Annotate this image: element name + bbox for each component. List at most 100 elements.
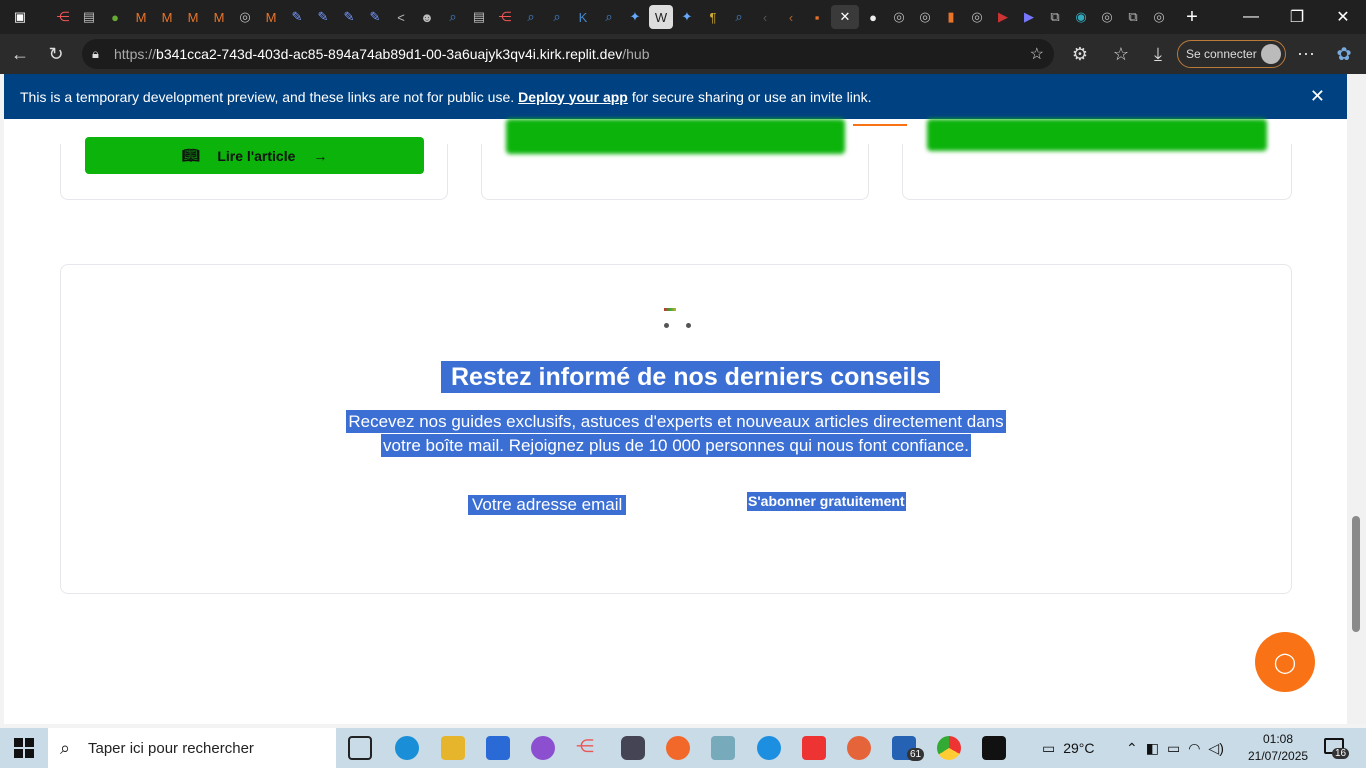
back-icon[interactable]: ← bbox=[2, 38, 38, 70]
tab-favicon[interactable]: ◎ bbox=[965, 5, 989, 29]
nav-underline bbox=[853, 124, 907, 126]
edge-icon[interactable] bbox=[395, 736, 419, 760]
github-icon[interactable]: ● bbox=[861, 5, 885, 29]
more-menu-icon[interactable]: ⋯ bbox=[1288, 38, 1324, 70]
search-placeholder: Taper ici pour rechercher bbox=[88, 739, 254, 757]
app-icon[interactable] bbox=[982, 736, 1006, 760]
tab-favicon[interactable]: ⧉ bbox=[1121, 5, 1145, 29]
downloads-icon[interactable]: ⤓ bbox=[1140, 38, 1176, 70]
docker-icon[interactable] bbox=[757, 736, 781, 760]
app-tray-icon[interactable]: ◧ bbox=[1146, 740, 1159, 757]
firefox-icon[interactable] bbox=[666, 736, 690, 760]
article-card bbox=[902, 144, 1292, 200]
tab-favicon[interactable]: ⧉ bbox=[1043, 5, 1067, 29]
tab-favicon[interactable]: ▤ bbox=[467, 5, 491, 29]
tab-favicon[interactable]: ⌕ bbox=[727, 5, 751, 29]
app-icon[interactable] bbox=[621, 736, 645, 760]
tab-favicon[interactable]: ◎ bbox=[913, 5, 937, 29]
weather[interactable]: ▭ 29°C bbox=[1042, 728, 1095, 768]
tab-favicon[interactable]: ⌕ bbox=[545, 5, 569, 29]
chrome-icon[interactable] bbox=[937, 736, 961, 760]
reload-icon[interactable]: ↻ bbox=[38, 38, 74, 70]
tab-actions-icon[interactable]: ▣ bbox=[8, 5, 32, 29]
battery-icon[interactable]: ▭ bbox=[1167, 740, 1180, 757]
tab-favicon[interactable]: ◎ bbox=[233, 5, 257, 29]
wifi-icon[interactable]: ◠ bbox=[1188, 740, 1200, 757]
tab-favicon[interactable]: M bbox=[259, 5, 283, 29]
tab-favicon[interactable]: ⋲ bbox=[493, 5, 517, 29]
task-view-icon[interactable] bbox=[348, 736, 372, 760]
file-explorer-icon[interactable] bbox=[441, 736, 465, 760]
tab-favicon[interactable]: ▶ bbox=[991, 5, 1015, 29]
url-field[interactable]: 🔒︎ https://b341cca2-743d-403d-ac85-894a7… bbox=[82, 39, 1054, 69]
tab-favicon[interactable]: < bbox=[389, 5, 413, 29]
tab-favicon[interactable]: ✎ bbox=[311, 5, 335, 29]
app-icon[interactable]: ⋲ bbox=[576, 736, 600, 760]
tab-favicon[interactable]: ✦ bbox=[675, 5, 699, 29]
tab-favicon[interactable]: ‹ bbox=[779, 5, 803, 29]
maximize-icon[interactable]: ❐ bbox=[1274, 0, 1320, 34]
badge-count: 61 bbox=[907, 748, 925, 761]
tab-favicon[interactable]: K bbox=[571, 5, 595, 29]
app-icon[interactable] bbox=[711, 736, 735, 760]
scrollbar[interactable] bbox=[1347, 74, 1366, 724]
copilot-icon[interactable]: ✿ bbox=[1326, 38, 1362, 70]
windows-start-icon[interactable] bbox=[14, 738, 34, 758]
volume-icon[interactable]: ◁) bbox=[1208, 740, 1223, 757]
signin-button[interactable]: Se connecter bbox=[1177, 40, 1286, 68]
banner-close-icon[interactable]: ✕ bbox=[1310, 86, 1325, 107]
tab-favicon[interactable]: ● bbox=[103, 5, 127, 29]
read-article-button[interactable] bbox=[927, 119, 1267, 151]
tab-favicon[interactable]: ✎ bbox=[337, 5, 361, 29]
app-icon[interactable] bbox=[847, 736, 871, 760]
tab-favicon[interactable]: ◉ bbox=[1069, 5, 1093, 29]
tab-favicon[interactable]: ◎ bbox=[1147, 5, 1171, 29]
tab-favicon[interactable]: ⌕ bbox=[519, 5, 543, 29]
tab-favicon[interactable]: ✦ bbox=[623, 5, 647, 29]
tab-favicon[interactable]: ◎ bbox=[1095, 5, 1119, 29]
email-field[interactable]: Votre adresse email bbox=[468, 495, 627, 515]
subscribe-button[interactable]: S'abonner gratuitement bbox=[747, 492, 906, 511]
favorites-icon[interactable]: ☆ bbox=[1103, 38, 1139, 70]
new-tab-icon[interactable]: + bbox=[1180, 5, 1204, 29]
tab-favicon[interactable]: ◎ bbox=[887, 5, 911, 29]
taskbar-search[interactable]: ⌕ Taper ici pour rechercher bbox=[48, 728, 336, 768]
weather-temp: 29°C bbox=[1063, 740, 1095, 756]
tab-favicon[interactable]: M bbox=[181, 5, 205, 29]
tab-favicon[interactable]: ▮ bbox=[939, 5, 963, 29]
tab-favicon[interactable]: ¶ bbox=[701, 5, 725, 29]
tab-favicon[interactable]: ⌕ bbox=[441, 5, 465, 29]
close-window-icon[interactable]: ✕ bbox=[1320, 0, 1366, 34]
tab-favicon[interactable]: ⌕ bbox=[597, 5, 621, 29]
tab-favicon[interactable]: M bbox=[155, 5, 179, 29]
favorite-star-icon[interactable]: ☆ bbox=[1030, 44, 1044, 64]
tab-favicon[interactable]: ▤ bbox=[77, 5, 101, 29]
extensions-icon[interactable]: ⚙ bbox=[1062, 38, 1098, 70]
tab-favicon[interactable]: M bbox=[207, 5, 231, 29]
page-viewport: This is a temporary development preview,… bbox=[4, 74, 1347, 724]
tab-favicon[interactable]: ‹ bbox=[753, 5, 777, 29]
tab-favicon[interactable]: M bbox=[129, 5, 153, 29]
read-article-button[interactable] bbox=[506, 119, 845, 154]
chat-button[interactable]: ◯ bbox=[1255, 632, 1315, 692]
tab-favicon[interactable]: ☻ bbox=[415, 5, 439, 29]
tab-favicon[interactable]: W bbox=[649, 5, 673, 29]
chevron-up-icon[interactable]: ⌃ bbox=[1126, 740, 1138, 757]
tab-favicon[interactable]: ▪ bbox=[805, 5, 829, 29]
minimize-icon[interactable]: — bbox=[1228, 0, 1274, 34]
app-icon[interactable] bbox=[802, 736, 826, 760]
scrollbar-thumb[interactable] bbox=[1352, 516, 1360, 632]
weather-icon: ▭ bbox=[1042, 739, 1056, 756]
search-icon: ⌕ bbox=[60, 737, 71, 758]
app-icon[interactable] bbox=[531, 736, 555, 760]
tab-favicon[interactable]: ▶ bbox=[1017, 5, 1041, 29]
tab-favicon[interactable]: ⋲ bbox=[51, 5, 75, 29]
read-article-button[interactable]: 📖︎ Lire l'article → bbox=[85, 137, 424, 174]
tab-favicon[interactable]: ✎ bbox=[363, 5, 387, 29]
tab-favicon[interactable]: ✎ bbox=[285, 5, 309, 29]
deploy-link[interactable]: Deploy your app bbox=[518, 89, 628, 105]
clock[interactable]: 01:08 21/07/2025 bbox=[1248, 731, 1308, 765]
tray-icons[interactable]: ⌃ ◧ ▭ ◠ ◁) bbox=[1126, 728, 1224, 768]
mail-app-icon[interactable] bbox=[486, 736, 510, 760]
tab-close-icon[interactable]: ✕ bbox=[831, 5, 859, 29]
